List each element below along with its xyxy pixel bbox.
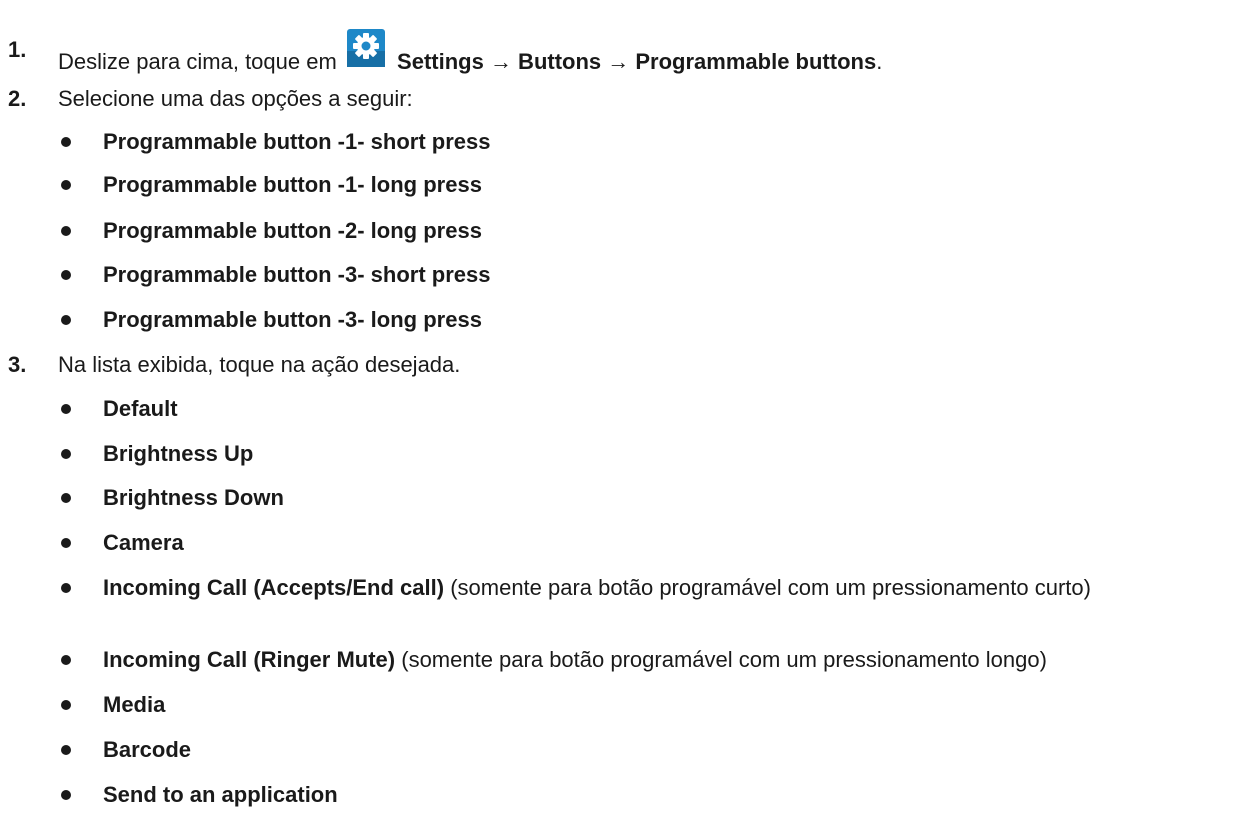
action-label: Brightness Up — [103, 441, 254, 466]
bullet-dot — [61, 404, 71, 414]
step-number: 2. — [8, 86, 27, 111]
bullet-dot — [61, 700, 71, 710]
action-label: Barcode — [103, 737, 192, 762]
bullet-dot — [61, 538, 71, 548]
bullet-dot — [61, 180, 71, 190]
option-label: Programmable button -3- long press — [103, 307, 482, 332]
step-text: Selecione uma das opções a seguir: — [58, 86, 413, 111]
bullet-dot — [61, 655, 71, 665]
settings-gear-icon — [346, 29, 385, 67]
settings-path: Settings → Buttons → Programmable button… — [397, 49, 877, 74]
step-number: 3. — [8, 352, 27, 377]
action-label: Send to an application — [103, 782, 338, 807]
action-label: Incoming Call (Ringer Mute) — [103, 647, 396, 672]
option-label: Programmable button -1- short press — [103, 129, 491, 154]
step-text: Deslize para cima, toque em Settings → B… — [58, 29, 883, 75]
bullet-dot — [61, 745, 71, 755]
action-note: (somente para botão programável com um p… — [395, 647, 1047, 672]
action-label: Default — [103, 396, 178, 421]
bullet-dot — [61, 449, 71, 459]
action-note: (somente para botão programável com um p… — [444, 575, 1091, 600]
bullet-dot — [61, 790, 71, 800]
option-label: Programmable button -2- long press — [103, 218, 482, 243]
step-text: Na lista exibida, toque na ação desejada… — [58, 352, 461, 377]
bullet-dot — [61, 226, 71, 236]
action-label: Camera — [103, 530, 184, 555]
option-label: Programmable button -3- short press — [103, 262, 491, 287]
step-1-text-after: . — [876, 49, 883, 74]
bullet-dot — [61, 315, 71, 325]
step-number: 1. — [8, 37, 27, 62]
action-label: Media — [103, 692, 166, 717]
option-label: Programmable button -1- long press — [103, 172, 482, 197]
bullet-dot — [61, 583, 71, 593]
bullet-dot — [61, 137, 71, 147]
action-label: Brightness Down — [103, 485, 284, 510]
action-label: Incoming Call (Accepts/End call) — [103, 575, 445, 600]
bullet-dot — [61, 270, 71, 280]
bullet-dot — [61, 493, 71, 503]
step-1-text-before: Deslize para cima, toque em — [58, 49, 337, 74]
